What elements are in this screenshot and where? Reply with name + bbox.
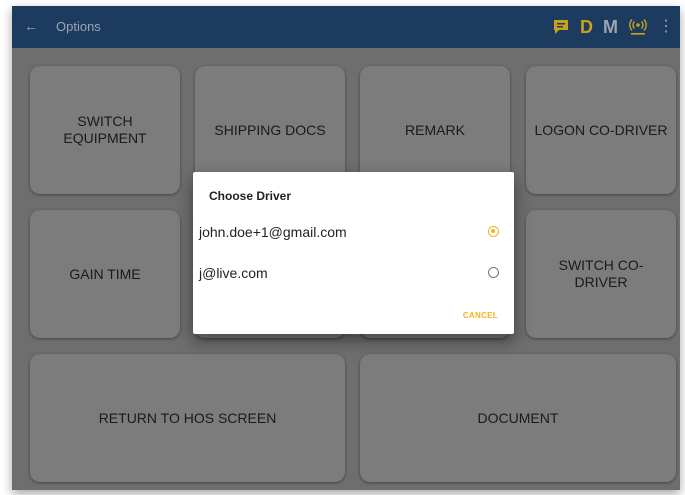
- back-arrow-icon[interactable]: ←: [24, 18, 38, 34]
- dialog-title: Choose Driver: [209, 189, 292, 203]
- driver-option[interactable]: j@live.com: [199, 261, 499, 287]
- choose-driver-dialog: Choose Driver john.doe+1@gmail.com j@liv…: [193, 172, 514, 334]
- signal-broadcast-icon[interactable]: [628, 17, 648, 37]
- driver-option-label: john.doe+1@gmail.com: [199, 224, 347, 240]
- tile-label: GAIN TIME: [69, 265, 141, 282]
- tile-label: SHIPPING DOCS: [214, 121, 326, 138]
- cancel-button[interactable]: CANCEL: [463, 311, 498, 320]
- app-bar: ← Options D M ⋮: [12, 6, 680, 48]
- tile-label: DOCUMENT: [477, 409, 559, 426]
- tile-label: SWITCH CO-DRIVER: [558, 257, 644, 290]
- driver-option-label: j@live.com: [199, 265, 268, 281]
- driver-option[interactable]: john.doe+1@gmail.com: [199, 220, 499, 246]
- tile-label: SWITCH EQUIPMENT: [63, 113, 147, 146]
- radio-button[interactable]: [488, 267, 499, 278]
- radio-button-selected[interactable]: [488, 226, 499, 237]
- driver-status-letter[interactable]: D: [580, 17, 593, 38]
- options-screen: ← Options D M ⋮ SWITCH EQUIPMENT SHIPPIN…: [12, 6, 680, 490]
- status-icons: D M ⋮: [552, 14, 674, 40]
- tile-label: RETURN TO HOS SCREEN: [98, 409, 277, 426]
- logon-co-driver-button[interactable]: LOGON CO-DRIVER: [526, 66, 676, 194]
- gain-time-button[interactable]: GAIN TIME: [30, 210, 180, 338]
- tile-label: LOGON CO-DRIVER: [534, 121, 668, 138]
- switch-equipment-button[interactable]: SWITCH EQUIPMENT: [30, 66, 180, 194]
- mode-status-letter[interactable]: M: [603, 17, 618, 38]
- return-to-hos-button[interactable]: RETURN TO HOS SCREEN: [30, 354, 345, 482]
- page-title: Options: [56, 19, 101, 34]
- tile-label: REMARK: [405, 121, 465, 138]
- document-button[interactable]: DOCUMENT: [360, 354, 676, 482]
- switch-co-driver-button[interactable]: SWITCH CO-DRIVER: [526, 210, 676, 338]
- message-icon[interactable]: [552, 18, 570, 36]
- more-vert-icon[interactable]: ⋮: [658, 19, 674, 35]
